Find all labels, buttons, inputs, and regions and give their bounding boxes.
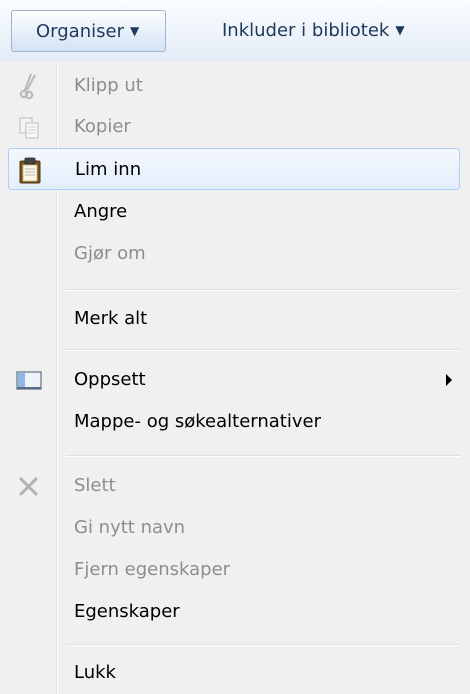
menu-item-close[interactable]: Lukk (8, 652, 460, 694)
chevron-down-icon: ▼ (129, 24, 140, 38)
menu-item-select-all[interactable]: Merk alt (8, 298, 460, 340)
menu-item-undo[interactable]: Angre (8, 191, 460, 233)
include-in-library-label: Inkluder i bibliotek (222, 20, 390, 41)
menu-item-label: Mappe- og søkealternativer (74, 411, 321, 432)
menu-item-cut[interactable]: Klipp ut (8, 65, 460, 107)
organise-label: Organiser (36, 21, 124, 42)
menu-item-folder-search-options[interactable]: Mappe- og søkealternativer (8, 401, 460, 443)
menu-item-label: Slett (74, 475, 116, 496)
delete-x-icon (19, 477, 38, 496)
menu-separator (66, 644, 460, 646)
menu-item-copy[interactable]: Kopier (8, 106, 460, 148)
menu-separator (66, 289, 460, 291)
menu-item-redo[interactable]: Gjør om (8, 233, 460, 275)
menu-item-label: Angre (74, 201, 128, 222)
menu-item-remove-properties[interactable]: Fjern egenskaper (8, 549, 460, 591)
menu-item-label: Kopier (74, 116, 131, 137)
menu-item-label: Gi nytt navn (74, 517, 186, 538)
menu-item-paste[interactable]: Lim inn (8, 148, 460, 190)
menu-item-delete[interactable]: Slett (8, 465, 460, 507)
menu-item-label: Oppsett (74, 369, 146, 390)
menu-item-label: Klipp ut (74, 75, 143, 96)
menu-item-label: Lukk (74, 662, 116, 683)
menu-item-properties[interactable]: Egenskaper (8, 591, 460, 633)
organise-menu: Klipp ut Kopier Lim inn Angre Gjør om Me… (0, 62, 470, 694)
copy-icon (19, 117, 39, 139)
clipboard-icon (19, 157, 41, 184)
menu-item-rename[interactable]: Gi nytt navn (8, 507, 460, 549)
menu-item-label: Fjern egenskaper (74, 559, 231, 580)
menu-separator (66, 455, 460, 457)
layout-icon (16, 371, 42, 390)
organise-button[interactable]: Organiser ▼ (11, 10, 166, 52)
chevron-down-icon: ▼ (395, 23, 405, 37)
include-in-library-button[interactable]: Inkluder i bibliotek ▼ (198, 10, 405, 52)
menu-item-label: Lim inn (75, 159, 142, 180)
menu-item-label: Gjør om (74, 243, 146, 264)
menu-separator (66, 349, 460, 351)
menu-item-layout[interactable]: Oppsett (8, 359, 460, 401)
scissors-icon (19, 73, 36, 100)
submenu-arrow-icon (446, 374, 452, 386)
command-bar: Organiser ▼ Inkluder i bibliotek ▼ (0, 0, 470, 63)
menu-item-label: Egenskaper (74, 601, 180, 622)
menu-item-label: Merk alt (74, 308, 148, 329)
